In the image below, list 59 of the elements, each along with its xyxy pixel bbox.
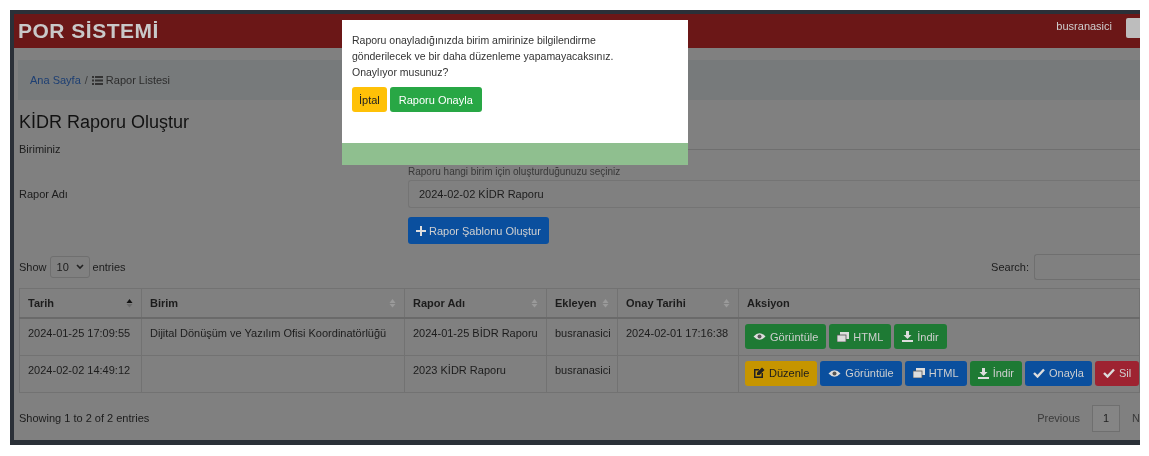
download-icon bbox=[977, 367, 989, 379]
check-icon bbox=[1102, 368, 1115, 378]
form-label: Biriminiz bbox=[19, 143, 62, 157]
app-title: POR SİSTEMİ bbox=[18, 19, 159, 43]
download-button[interactable]: İndir bbox=[969, 360, 1023, 386]
column-header[interactable]: Rapor Adı bbox=[404, 288, 547, 318]
table-cell: busranasici bbox=[555, 363, 611, 376]
table-cell: 2024-01-25 BİDR Raporu bbox=[413, 327, 538, 339]
table-info: Showing 1 to 2 of 2 entries bbox=[19, 412, 150, 424]
copy-icon bbox=[837, 331, 850, 342]
html-button[interactable]: HTML bbox=[829, 324, 892, 349]
page-button[interactable]: 1 bbox=[1092, 404, 1121, 432]
report-name-field[interactable]: 2024-02-02 KİDR Raporu bbox=[408, 180, 1140, 208]
next-link[interactable]: N bbox=[1132, 412, 1140, 424]
table-cell: 2024-02-02 14:49:12 bbox=[28, 363, 131, 376]
create-template-button[interactable]: Rapor Şablonu Oluştur bbox=[408, 217, 549, 244]
view-button[interactable]: Görüntüle bbox=[745, 324, 827, 349]
table-cell: 2024-02-01 17:16:38 bbox=[626, 327, 729, 339]
view-button[interactable]: Görüntüle bbox=[820, 360, 902, 386]
list-icon bbox=[91, 75, 103, 85]
delete-button[interactable]: Sil bbox=[1094, 360, 1140, 386]
column-header[interactable]: Tarih bbox=[19, 288, 142, 318]
page-title: KİDR Raporu Oluştur bbox=[19, 112, 191, 133]
entries-label: entries bbox=[92, 261, 126, 273]
dialog-message: Raporu onayladığınızda birim amirinize bilgilendirme gönderilecek ve bir daha düzenleme yapamayacaksınız. Onaylıyor musunuz? bbox=[352, 33, 615, 80]
eye-icon bbox=[828, 368, 842, 378]
previous-link[interactable]: Previous bbox=[1037, 412, 1081, 424]
column-header[interactable]: Birim bbox=[141, 288, 405, 318]
download-icon bbox=[902, 331, 914, 342]
cancel-button[interactable]: İptal bbox=[352, 87, 387, 112]
search-field[interactable] bbox=[1034, 254, 1140, 280]
breadcrumb-item: Rapor Listesi bbox=[91, 74, 171, 86]
table-cell: busranasici bbox=[555, 327, 611, 339]
show-label: Show bbox=[19, 261, 47, 273]
column-header[interactable]: Onay Tarihi bbox=[617, 288, 739, 318]
breadcrumb-link[interactable]: Ana Sayfa bbox=[30, 74, 81, 86]
edit-icon bbox=[753, 367, 765, 379]
page-length-select[interactable]: 10 bbox=[49, 256, 90, 278]
table-cell: Dijital Dönüşüm ve Yazılım Ofisi Koordinatörlüğü bbox=[150, 327, 387, 339]
search-label: Search: bbox=[991, 261, 1029, 273]
column-header: Aksiyon bbox=[738, 288, 1140, 318]
caret-icon bbox=[75, 264, 84, 270]
table-cell: 2023 KİDR Raporu bbox=[413, 363, 506, 376]
edit-button[interactable]: Düzenle bbox=[745, 360, 818, 386]
download-button[interactable]: İndir bbox=[894, 324, 947, 349]
column-header[interactable]: Ekleyen bbox=[546, 288, 618, 318]
copy-icon bbox=[912, 368, 925, 378]
help-text: Raporu hangi birim için oluşturduğunuzu seçiniz bbox=[408, 166, 622, 177]
plus-icon bbox=[416, 225, 426, 236]
eye-icon bbox=[753, 332, 766, 341]
form-label: Rapor Adı bbox=[19, 188, 69, 202]
check-icon bbox=[1033, 368, 1046, 378]
breadcrumb-separator: / bbox=[84, 74, 88, 86]
user-name[interactable]: busranasici bbox=[1056, 20, 1112, 32]
html-button[interactable]: HTML bbox=[904, 360, 967, 386]
approve-button[interactable]: Onayla bbox=[1025, 360, 1092, 386]
header-button[interactable] bbox=[1126, 18, 1140, 38]
table-cell: 2024-01-25 17:09:55 bbox=[28, 327, 131, 339]
confirm-button[interactable]: Raporu Onayla bbox=[389, 87, 482, 112]
